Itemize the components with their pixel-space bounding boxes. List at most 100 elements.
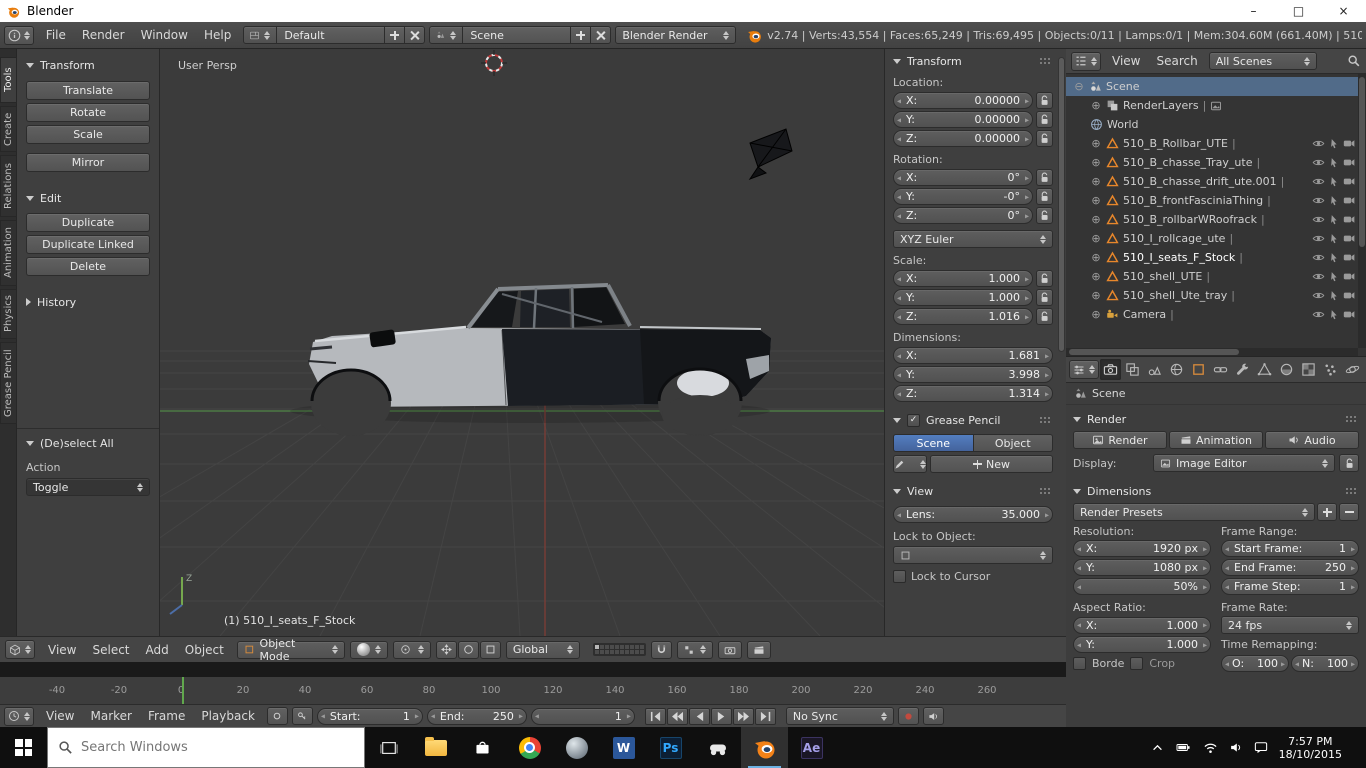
number-field[interactable]: Y:0.00000	[893, 111, 1033, 128]
start-button[interactable]	[0, 727, 47, 768]
expand-icon[interactable]	[1090, 308, 1102, 321]
expand-icon[interactable]	[1090, 156, 1102, 169]
frame-step-field[interactable]: Frame Step:1	[1221, 578, 1359, 595]
word-button[interactable]: W	[600, 727, 647, 768]
pointer-icon[interactable]	[1328, 157, 1340, 169]
pointer-icon[interactable]	[1328, 290, 1340, 302]
panel-drag-dots-icon[interactable]	[1039, 57, 1051, 65]
search-input[interactable]	[81, 740, 354, 755]
remap-old-field[interactable]: O:100	[1221, 655, 1289, 672]
current-frame-field[interactable]: 1	[531, 708, 635, 725]
npanel-scrollbar[interactable]	[1058, 57, 1065, 352]
expand-icon[interactable]	[1090, 270, 1102, 283]
lock-object-field[interactable]	[893, 546, 1053, 564]
number-field[interactable]: Y:-0°	[893, 188, 1033, 205]
expand-icon[interactable]	[1090, 175, 1102, 188]
resolution-x-field[interactable]: X:1920 px	[1073, 540, 1211, 557]
camera-icon[interactable]	[1343, 289, 1356, 302]
eye-icon[interactable]	[1312, 251, 1325, 264]
menu-item[interactable]: Help	[196, 28, 239, 42]
lock-toggle[interactable]	[1036, 130, 1053, 147]
grease-scene-button[interactable]: Scene	[893, 434, 974, 452]
pointer-icon[interactable]	[1328, 233, 1340, 245]
play-reverse-button[interactable]	[689, 708, 710, 725]
outliner-horizontal-scrollbar[interactable]	[1066, 348, 1358, 356]
eye-icon[interactable]	[1312, 270, 1325, 283]
start-frame-field[interactable]: Start:1	[317, 708, 423, 725]
grease-object-button[interactable]: Object	[974, 434, 1054, 452]
camera-icon[interactable]	[1343, 232, 1356, 245]
toolshelf-tab[interactable]: Physics	[0, 289, 17, 339]
camera-icon[interactable]	[1343, 175, 1356, 188]
remap-new-field[interactable]: N:100	[1291, 655, 1359, 672]
jump-start-button[interactable]	[645, 708, 666, 725]
eye-icon[interactable]	[1312, 175, 1325, 188]
display-dropdown[interactable]: Image Editor	[1153, 454, 1335, 472]
tab-modifiers[interactable]	[1232, 359, 1253, 380]
outliner-object-row[interactable]: 510_B_rollbarWRoofrack	[1066, 210, 1366, 229]
maximize-button[interactable]: □	[1276, 0, 1321, 22]
outliner-object-row[interactable]: 510_B_Rollbar_UTE	[1066, 134, 1366, 153]
history-panel-header[interactable]: History	[26, 292, 150, 312]
outliner-renderlayers-row[interactable]: RenderLayers	[1066, 96, 1366, 115]
grease-pencil-panel-header[interactable]: Grease Pencil	[893, 410, 1053, 430]
number-field[interactable]: Z:0°	[893, 207, 1033, 224]
unlink-layout-button[interactable]	[405, 26, 425, 44]
action-dropdown[interactable]: Toggle	[26, 478, 150, 496]
eye-icon[interactable]	[1312, 232, 1325, 245]
play-button[interactable]	[711, 708, 732, 725]
end-frame-field[interactable]: End:250	[427, 708, 527, 725]
tray-expand-icon[interactable]	[1151, 741, 1164, 754]
manipulator-rotate-button[interactable]	[458, 641, 479, 659]
dimensions-panel-header[interactable]: Dimensions	[1073, 481, 1359, 501]
resolution-y-field[interactable]: Y:1080 px	[1073, 559, 1211, 576]
orientation-dropdown[interactable]: Global	[506, 641, 580, 659]
screen-layout-name[interactable]: Default	[277, 26, 385, 44]
number-field[interactable]: Y:1.000	[893, 289, 1033, 306]
menu-item[interactable]: Frame	[140, 709, 193, 723]
opengl-render-button[interactable]	[718, 641, 742, 659]
tab-object-data[interactable]	[1254, 359, 1275, 380]
eye-icon[interactable]	[1312, 156, 1325, 169]
outliner-object-row[interactable]: 510_B_chasse_Tray_ute	[1066, 153, 1366, 172]
tab-object[interactable]	[1188, 359, 1209, 380]
number-field[interactable]: X:1.000	[893, 270, 1033, 287]
add-preset-button[interactable]	[1317, 503, 1337, 521]
camera-icon[interactable]	[1343, 194, 1356, 207]
action-center-icon[interactable]	[1254, 741, 1268, 754]
add-layout-button[interactable]	[385, 26, 405, 44]
lock-toggle[interactable]	[1036, 289, 1053, 306]
grease-new-button[interactable]: New	[930, 455, 1053, 473]
menu-item[interactable]: Object	[177, 643, 232, 657]
current-frame-indicator[interactable]	[182, 677, 184, 704]
pointer-icon[interactable]	[1328, 309, 1340, 321]
menu-item[interactable]: Window	[133, 28, 196, 42]
render-engine-dropdown[interactable]: Blender Render	[615, 26, 736, 44]
menu-item[interactable]: Marker	[82, 709, 139, 723]
outliner-filter-dropdown[interactable]: All Scenes	[1209, 52, 1317, 70]
menu-item[interactable]: Select	[84, 643, 137, 657]
resolution-percent-field[interactable]: 50%	[1073, 578, 1211, 595]
editor-type-button-outliner[interactable]	[1071, 52, 1101, 71]
next-keyframe-button[interactable]	[733, 708, 754, 725]
manipulator-translate-button[interactable]	[436, 641, 457, 659]
close-button[interactable]: ×	[1321, 0, 1366, 22]
wifi-icon[interactable]	[1203, 741, 1218, 754]
mirror-button[interactable]: Mirror	[26, 153, 150, 172]
shading-dropdown[interactable]	[350, 641, 388, 659]
collapse-icon[interactable]	[1073, 80, 1085, 93]
lock-cursor-checkbox[interactable]	[893, 570, 906, 583]
outliner-object-row[interactable]: 510_shell_Ute_tray	[1066, 286, 1366, 305]
toolshelf-tab[interactable]: Animation	[0, 220, 17, 286]
mode-dropdown[interactable]: Object Mode	[237, 641, 345, 659]
pointer-icon[interactable]	[1328, 195, 1340, 207]
pointer-icon[interactable]	[1328, 271, 1340, 283]
jump-end-button[interactable]	[755, 708, 776, 725]
expand-icon[interactable]	[1090, 213, 1102, 226]
render-audio-button[interactable]: Audio	[1265, 431, 1359, 449]
outliner-object-row[interactable]: 510_B_chasse_drift_ute.001	[1066, 172, 1366, 191]
number-field[interactable]: Z:1.016	[893, 308, 1033, 325]
menu-item[interactable]: Playback	[193, 709, 263, 723]
number-field[interactable]: Z:0.00000	[893, 130, 1033, 147]
toolshelf-tab[interactable]: Tools	[0, 57, 17, 103]
